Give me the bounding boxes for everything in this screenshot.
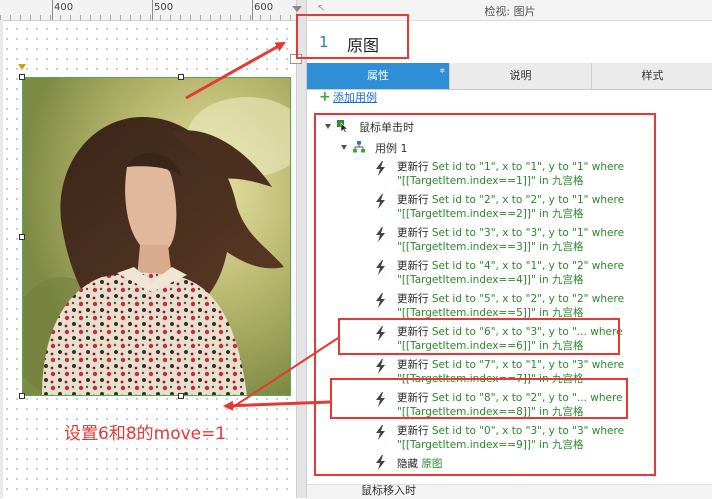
- highlight-interactions: [314, 113, 656, 476]
- ruler-major-tick: [152, 0, 153, 20]
- ruler-label-500: 500: [154, 2, 174, 13]
- ruler-major-tick: [252, 0, 253, 20]
- next-event-label: 鼠标移入时: [361, 484, 416, 497]
- resize-handle-left[interactable]: [19, 234, 25, 240]
- collapse-arrow-icon[interactable]: [292, 6, 302, 12]
- guide-marker-icon[interactable]: [18, 64, 26, 70]
- tab-style-label: 样式: [641, 69, 664, 82]
- add-case-link[interactable]: + 添加用例: [319, 89, 377, 105]
- resize-handle-top[interactable]: [178, 74, 184, 80]
- selection-outline: [22, 77, 291, 396]
- highlight-action-8: [330, 378, 628, 419]
- ruler-label-400: 400: [54, 2, 74, 13]
- tab-style[interactable]: 样式: [592, 63, 712, 89]
- canvas-edge: [0, 20, 3, 498]
- resize-handle-bottom[interactable]: [178, 393, 184, 399]
- design-canvas[interactable]: 400 500 600 设置6和8的move=1: [0, 0, 296, 498]
- tab-notes[interactable]: 说明: [450, 63, 592, 89]
- tab-properties[interactable]: 属性 *: [307, 63, 450, 89]
- tab-properties-label: 属性: [367, 69, 389, 82]
- inspector-tabs: 属性 * 说明 样式: [307, 63, 712, 90]
- ruler-major-tick: [52, 0, 53, 20]
- ruler-label-600: 600: [254, 2, 274, 13]
- resize-handle-bottom-left[interactable]: [19, 393, 25, 399]
- horizontal-ruler: 400 500 600: [0, 0, 296, 21]
- add-case-label: 添加用例: [333, 91, 377, 104]
- highlight-widget-name: [296, 14, 409, 59]
- modified-marker: *: [439, 66, 446, 79]
- highlight-action-6: [338, 318, 620, 355]
- next-event-row[interactable]: 鼠标移入时: [307, 484, 712, 499]
- annotation-note: 设置6和8的move=1: [64, 424, 227, 444]
- tab-notes-label: 说明: [509, 69, 532, 82]
- resize-handle-top-left[interactable]: [19, 74, 25, 80]
- plus-icon: +: [319, 89, 331, 105]
